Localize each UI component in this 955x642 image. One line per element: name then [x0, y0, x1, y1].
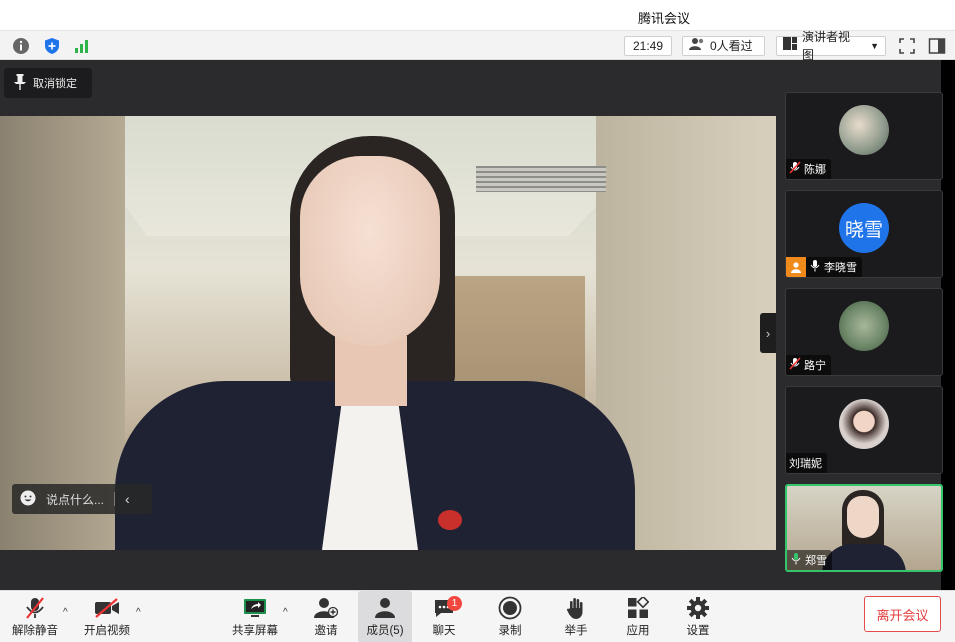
chevron-left-icon[interactable]: ‹: [125, 491, 130, 507]
participant-name: 陈娜: [804, 164, 826, 176]
viewers-label: 0人看过: [710, 39, 753, 53]
participant-tile[interactable]: 晓雪 李晓雪: [785, 190, 943, 278]
chat-button[interactable]: 1 聊天: [422, 591, 466, 642]
main-video-stage: 取消锁定 说点什么... ‹ ›: [0, 60, 776, 590]
avatar: [839, 105, 889, 155]
chevron-down-icon: ▼: [870, 41, 879, 51]
fullscreen-icon[interactable]: [898, 37, 916, 55]
mic-on-icon: [809, 259, 821, 275]
members-label: 成员(5): [366, 625, 404, 637]
participant-tile[interactable]: 路宁: [785, 288, 943, 376]
unpin-button[interactable]: 取消锁定: [4, 68, 92, 98]
chevron-right-icon: ›: [765, 325, 771, 341]
record-icon: [497, 595, 523, 621]
window-title: 腾讯会议: [638, 11, 691, 26]
members-button[interactable]: 成员(5): [358, 591, 412, 642]
members-icon: [372, 595, 398, 621]
participant-namebar: 李晓雪: [806, 257, 862, 277]
participant-gallery: 陈娜 晓雪 李晓雪 路宁 刘瑞妮 郑雪: [776, 60, 955, 590]
participant-namebar: 刘瑞妮: [786, 453, 827, 473]
share-options-chevron-icon[interactable]: ^: [283, 607, 288, 618]
meeting-info-bar: 21:49 0人看过 演讲者视图 ▼: [0, 30, 955, 62]
mic-muted-icon: [22, 595, 48, 621]
participant-name: 路宁: [804, 360, 826, 372]
pin-icon: [14, 73, 26, 93]
mic-muted-icon: [789, 357, 801, 373]
title-bar: 腾讯会议: [0, 0, 955, 30]
add-user-icon: [313, 595, 339, 621]
participant-namebar: 陈娜: [786, 159, 831, 179]
meeting-toolbar: 解除静音 ^ 开启视频 ^ 共享屏幕 ^ 邀请 成员(5) 1 聊天 录制 举手…: [0, 590, 955, 642]
unpin-label: 取消锁定: [33, 78, 77, 90]
clock-text: 21:49: [632, 39, 664, 53]
unmute-button[interactable]: 解除静音: [8, 591, 62, 642]
chat-label: 聊天: [432, 625, 456, 637]
record-label: 录制: [498, 625, 522, 637]
participant-name: 郑雪: [805, 555, 827, 567]
participant-tile[interactable]: 刘瑞妮: [785, 386, 943, 474]
participant-namebar: 路宁: [786, 355, 831, 375]
security-shield-icon[interactable]: [43, 37, 61, 55]
avatar: [839, 301, 889, 351]
invite-button[interactable]: 邀请: [303, 591, 349, 642]
participant-name: 李晓雪: [824, 262, 857, 274]
invite-label: 邀请: [314, 625, 338, 637]
hand-icon: [563, 595, 589, 621]
chat-icon: 1: [431, 595, 462, 621]
share-screen-button[interactable]: 共享屏幕: [228, 591, 282, 642]
avatar: 晓雪: [839, 203, 889, 253]
participant-name: 刘瑞妮: [789, 458, 822, 470]
leave-meeting-button[interactable]: 离开会议: [864, 596, 941, 632]
viewers-icon: [689, 37, 705, 56]
lapel-pin: [438, 510, 462, 530]
gear-icon: [685, 595, 711, 621]
record-button[interactable]: 录制: [488, 591, 532, 642]
raise-hand-label: 举手: [564, 625, 588, 637]
signal-strength-icon[interactable]: [73, 37, 91, 55]
participant-namebar: 郑雪: [787, 550, 832, 570]
apps-grid-icon: [625, 595, 651, 621]
layout-icon: [783, 37, 797, 55]
share-screen-label: 共享屏幕: [232, 625, 278, 637]
air-vent: [476, 166, 606, 192]
apps-button[interactable]: 应用: [616, 591, 660, 642]
avatar: [839, 399, 889, 449]
unmute-label: 解除静音: [12, 625, 58, 637]
participant-tile-active-speaker[interactable]: 郑雪: [785, 484, 943, 572]
share-screen-icon: [242, 595, 268, 621]
quick-chat-input[interactable]: 说点什么... ‹: [12, 484, 152, 514]
info-icon[interactable]: [12, 37, 30, 55]
apps-label: 应用: [626, 625, 650, 637]
start-video-button[interactable]: 开启视频: [80, 591, 134, 642]
raise-hand-button[interactable]: 举手: [554, 591, 598, 642]
settings-label: 设置: [686, 625, 710, 637]
participant-tile[interactable]: 陈娜: [785, 92, 943, 180]
chat-placeholder: 说点什么...: [46, 492, 105, 507]
collapse-sidebar-button[interactable]: ›: [760, 313, 776, 353]
viewer-count-button[interactable]: 0人看过: [682, 36, 765, 56]
speaker-face: [300, 156, 440, 346]
meeting-clock: 21:49: [624, 36, 672, 56]
video-options-chevron-icon[interactable]: ^: [136, 607, 141, 618]
settings-button[interactable]: 设置: [676, 591, 720, 642]
start-video-label: 开启视频: [84, 625, 130, 637]
unread-badge: 1: [447, 596, 462, 611]
camera-off-icon: [94, 595, 120, 621]
view-mode-label: 演讲者视图: [802, 30, 851, 62]
view-mode-dropdown[interactable]: 演讲者视图 ▼: [776, 30, 886, 62]
mic-on-icon: [790, 552, 802, 568]
emoji-icon[interactable]: [20, 490, 36, 509]
audio-options-chevron-icon[interactable]: ^: [63, 607, 68, 618]
host-icon: [786, 257, 806, 277]
mic-muted-icon: [789, 161, 801, 177]
sidebar-toggle-icon[interactable]: [928, 37, 946, 55]
